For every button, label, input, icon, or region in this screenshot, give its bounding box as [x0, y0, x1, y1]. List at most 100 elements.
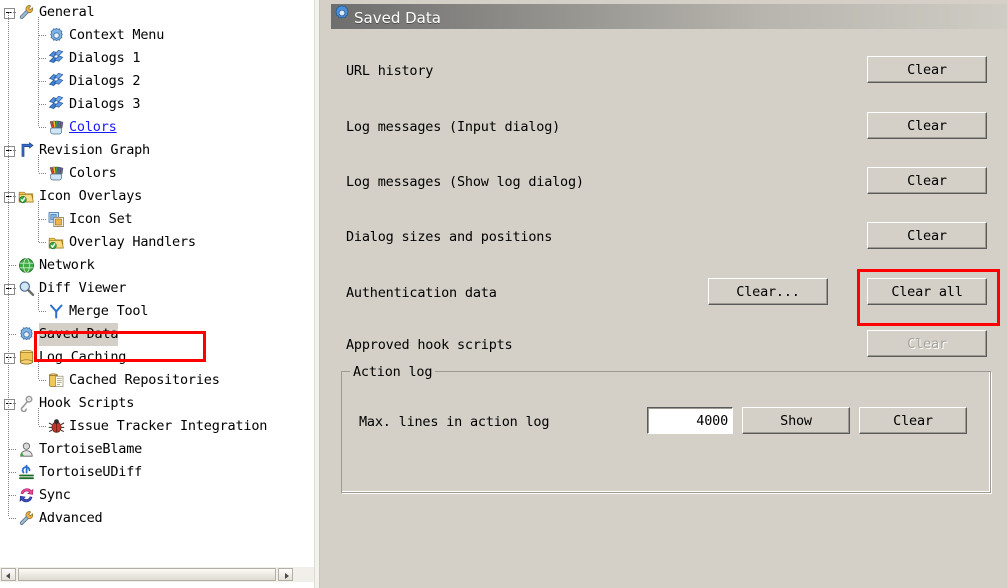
scroll-thumb[interactable] — [18, 568, 276, 581]
sidebar-item-network[interactable]: Network — [0, 254, 314, 277]
merge-icon — [48, 303, 66, 320]
tree-connector-line — [38, 201, 39, 242]
bug-icon — [48, 418, 66, 435]
globe-icon — [18, 257, 36, 274]
sidebar-item-revision-graph[interactable]: Revision Graph — [0, 139, 314, 162]
tree-collapse-toggle[interactable] — [4, 284, 15, 295]
sidebar-item-dialogs-3[interactable]: Dialogs 3 — [0, 93, 314, 116]
scroll-left-button[interactable] — [1, 568, 16, 581]
max-lines-input[interactable] — [647, 407, 733, 434]
tree-connector-line — [9, 495, 17, 496]
dialogs-icon — [48, 96, 66, 113]
clear-dialog-sizes-button[interactable]: Clear — [867, 222, 987, 249]
sidebar-item-label: Icon Set — [69, 211, 133, 227]
sidebar-item-label: Context Menu — [69, 27, 165, 43]
row-label-authentication-data: Authentication data — [346, 285, 497, 301]
show-action-log-button[interactable]: Show — [742, 407, 850, 434]
clear-url-history-button[interactable]: Clear — [867, 56, 987, 83]
page-title: Saved Data — [354, 8, 441, 27]
sidebar-item-icon-set[interactable]: Icon Set — [0, 208, 314, 231]
settings-tree-panel[interactable]: General Context Menu Dialogs 1 Dialogs 2 Dia… — [0, 0, 314, 566]
sidebar-item-general[interactable]: General — [0, 1, 314, 24]
tree-connector-line — [9, 334, 17, 335]
sidebar-item-sync[interactable]: Sync — [0, 484, 314, 507]
sidebar-item-colors[interactable]: Colors — [0, 162, 314, 185]
tree-connector-line — [39, 127, 47, 128]
sidebar-item-label: Network — [39, 257, 95, 273]
row-label-dialog-sizes: Dialog sizes and positions — [346, 229, 553, 245]
tree-connector-line — [39, 219, 47, 220]
tree-connector-line — [38, 17, 39, 127]
tree-collapse-toggle[interactable] — [4, 146, 15, 157]
dialogs-icon — [48, 73, 66, 90]
sidebar-item-label: Cached Repositories — [69, 372, 220, 388]
sidebar-item-dialogs-1[interactable]: Dialogs 1 — [0, 47, 314, 70]
row-label-log-messages-input: Log messages (Input dialog) — [346, 119, 561, 135]
row-label-url-history: URL history — [346, 63, 434, 79]
tree-connector-line — [38, 408, 39, 426]
sidebar-item-label: Advanced — [39, 510, 103, 526]
sidebar-item-saved-data[interactable]: Saved Data — [0, 323, 314, 346]
revision-graph-icon — [18, 142, 36, 159]
sidebar-item-hook-scripts[interactable]: Hook Scripts — [0, 392, 314, 415]
sidebar-item-label: Colors — [69, 165, 117, 181]
tree-collapse-toggle[interactable] — [4, 192, 15, 203]
magnifier-icon — [18, 280, 36, 297]
clear-log-messages-show-button[interactable]: Clear — [867, 167, 987, 194]
clear-log-messages-input-button[interactable]: Clear — [867, 112, 987, 139]
sidebar-item-overlay-handlers[interactable]: Overlay Handlers — [0, 231, 314, 254]
clear-all-button[interactable]: Clear all — [867, 278, 987, 305]
tree-collapse-toggle[interactable] — [4, 8, 15, 19]
sidebar-item-label: TortoiseBlame — [39, 441, 143, 457]
gear-blue-icon — [333, 4, 351, 29]
sidebar-item-label: Icon Overlays — [39, 188, 143, 204]
folder-check-icon — [18, 188, 36, 205]
sidebar-item-diff-viewer[interactable]: Diff Viewer — [0, 277, 314, 300]
tree-connector-line — [39, 58, 47, 59]
page-title-bar: Saved Data — [331, 4, 1007, 29]
sidebar-item-context-menu[interactable]: Context Menu — [0, 24, 314, 47]
sidebar-item-cached-repositories[interactable]: Cached Repositories — [0, 369, 314, 392]
tree-collapse-toggle[interactable] — [4, 399, 15, 410]
sidebar-item-colors[interactable]: Colors — [0, 116, 314, 139]
hook-icon — [18, 395, 36, 412]
tree-connector-line — [9, 150, 17, 151]
sidebar-item-label: Saved Data — [39, 323, 118, 346]
tree-collapse-toggle[interactable] — [4, 353, 15, 364]
tree-connector-line — [39, 426, 47, 427]
row-label-log-messages-show: Log messages (Show log dialog) — [346, 174, 584, 190]
tree-connector-line — [38, 155, 39, 173]
sidebar-item-tortoiseblame[interactable]: TortoiseBlame — [0, 438, 314, 461]
tree-connector-line — [9, 449, 17, 450]
scroll-right-button[interactable] — [278, 568, 293, 581]
sidebar-item-label: Sync — [39, 487, 71, 503]
clear-action-log-button[interactable]: Clear — [859, 407, 967, 434]
settings-window: General Context Menu Dialogs 1 Dialogs 2 Dia… — [0, 0, 1007, 588]
sidebar-item-label: Hook Scripts — [39, 395, 135, 411]
tree-connector-line — [39, 242, 47, 243]
sync-icon — [18, 487, 36, 504]
sidebar-item-merge-tool[interactable]: Merge Tool — [0, 300, 314, 323]
sidebar-item-tortoiseudiff[interactable]: TortoiseUDiff — [0, 461, 314, 484]
sidebar-item-issue-tracker-integration[interactable]: Issue Tracker Integration — [0, 415, 314, 438]
tree-connector-line — [38, 362, 39, 380]
sidebar-item-advanced[interactable]: Advanced — [0, 507, 314, 530]
database-icon — [18, 349, 36, 366]
sidebar-item-label: Log Caching — [39, 349, 127, 365]
sidebar-item-label: Merge Tool — [69, 303, 149, 319]
clear-authentication-button[interactable]: Clear... — [708, 278, 828, 305]
palette-icon — [48, 119, 66, 136]
tree-horizontal-scrollbar[interactable] — [0, 566, 314, 582]
tree-connector-line — [39, 104, 47, 105]
sidebar-item-icon-overlays[interactable]: Icon Overlays — [0, 185, 314, 208]
sidebar-item-label: Revision Graph — [39, 142, 150, 158]
gear-blue-icon — [18, 326, 36, 343]
sidebar-item-dialogs-2[interactable]: Dialogs 2 — [0, 70, 314, 93]
wrench-icon — [18, 510, 36, 527]
dialogs-icon — [48, 50, 66, 67]
sidebar-item-label: Issue Tracker Integration — [69, 418, 268, 434]
cached-repo-icon — [48, 372, 66, 389]
sidebar-item-label: Dialogs 2 — [69, 73, 141, 89]
sidebar-item-log-caching[interactable]: Log Caching — [0, 346, 314, 369]
sidebar-item-label: Dialogs 3 — [69, 96, 141, 112]
